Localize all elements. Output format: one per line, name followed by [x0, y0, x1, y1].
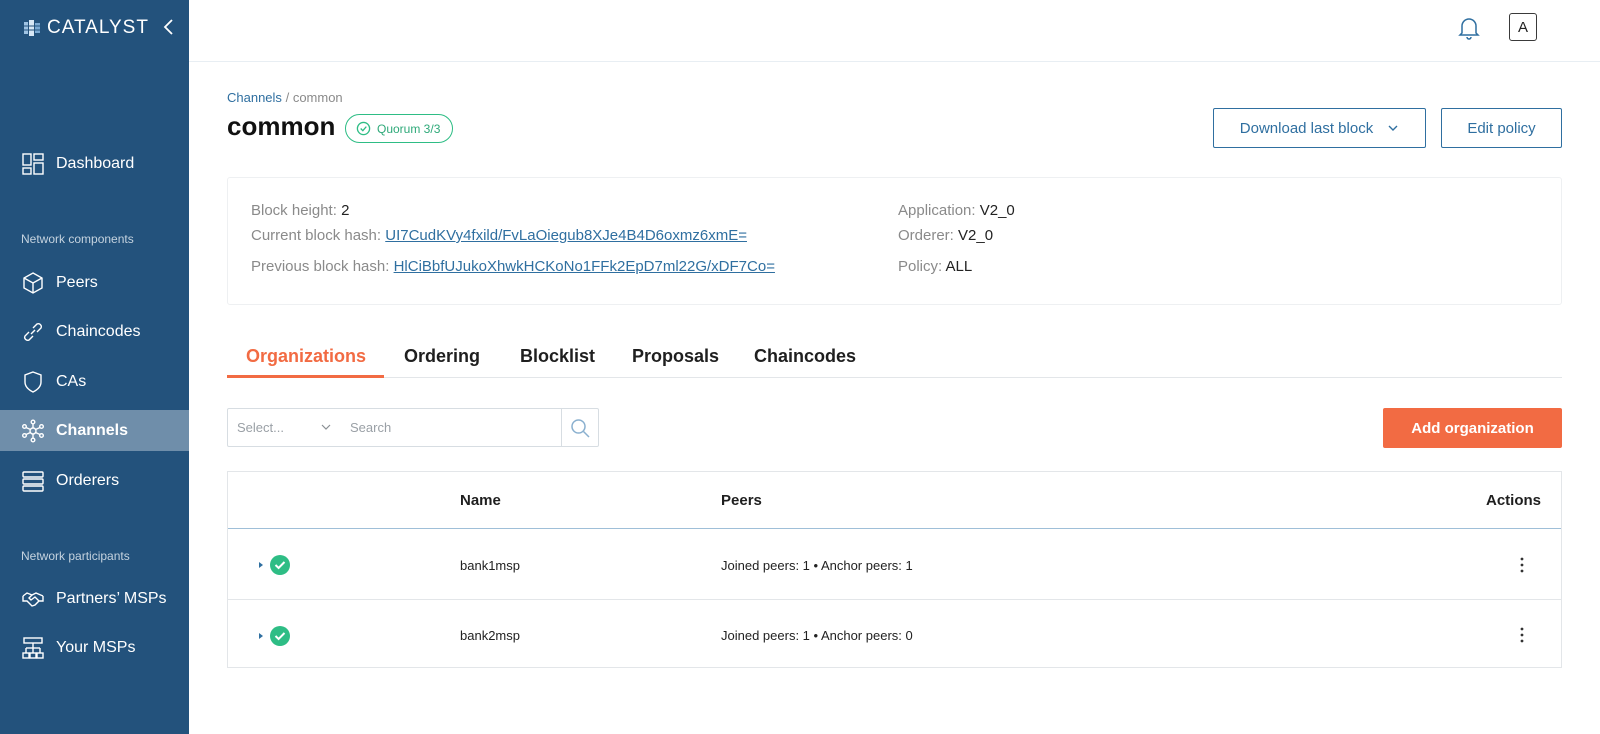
- link-icon: [21, 320, 45, 344]
- check-circle-icon: [356, 121, 371, 136]
- active-tab-indicator: [227, 375, 384, 378]
- previous-hash-link[interactable]: HlCiBbfUJukoXhwkHCKoNo1FFk2EpD7ml22G/xDF…: [394, 258, 775, 275]
- tab-blocklist[interactable]: Blocklist: [520, 346, 595, 367]
- tab-organizations[interactable]: Organizations: [246, 346, 366, 367]
- quorum-label: Quorum 3/3: [377, 121, 441, 136]
- sidebar-item-channels[interactable]: Channels: [0, 410, 189, 451]
- sidebar-item-peers[interactable]: Peers: [0, 262, 189, 303]
- search-icon: [571, 418, 590, 438]
- breadcrumb-separator: /: [285, 90, 290, 105]
- sidebar-item-label: Chaincodes: [56, 322, 141, 340]
- column-header-peers[interactable]: Peers: [721, 492, 762, 509]
- search-button[interactable]: [561, 408, 599, 447]
- sidebar-item-dashboard[interactable]: Dashboard: [0, 143, 189, 184]
- channel-tabs: Organizations Ordering Blocklist Proposa…: [227, 340, 1562, 378]
- sidebar-item-label: Partners’ MSPs: [56, 589, 167, 607]
- previous-block-hash: Previous block hash: HlCiBbfUJukoXhwkHCK…: [251, 258, 775, 275]
- org-peers: Joined peers: 1 • Anchor peers: 1: [721, 558, 913, 573]
- breadcrumb-link-channels[interactable]: Channels: [227, 90, 282, 105]
- search-input[interactable]: [340, 408, 562, 447]
- orderer-version: Orderer: V2_0: [898, 227, 994, 244]
- current-hash-link[interactable]: UI7CudKVy4fxild/FvLaOiegub8XJe4B4D6oxmz6…: [385, 227, 747, 244]
- table-header: Name Peers Actions: [228, 472, 1561, 529]
- dashboard-icon: [21, 152, 45, 176]
- sidebar-item-label: CAs: [56, 372, 87, 390]
- policy: Policy: ALL: [898, 258, 973, 275]
- edit-policy-button[interactable]: Edit policy: [1441, 108, 1562, 148]
- column-header-actions: Actions: [1486, 492, 1542, 509]
- more-vertical-icon[interactable]: [1517, 556, 1527, 574]
- section-network-components: Network components: [21, 232, 134, 246]
- shield-icon: [21, 370, 45, 394]
- filter-select-value: Select...: [237, 420, 284, 435]
- logo-text: CATALYST: [47, 17, 149, 38]
- sidebar-item-chaincodes[interactable]: Chaincodes: [0, 311, 189, 352]
- catalyst-logo-icon: [24, 20, 40, 36]
- tab-ordering[interactable]: Ordering: [404, 346, 480, 367]
- tab-proposals[interactable]: Proposals: [632, 346, 719, 367]
- org-peers: Joined peers: 1 • Anchor peers: 0: [721, 628, 913, 643]
- table-row[interactable]: bank2msp Joined peers: 1 • Anchor peers:…: [228, 599, 1561, 669]
- bell-icon[interactable]: [1457, 15, 1481, 41]
- page-title: common: [227, 111, 336, 141]
- sidebar-item-label: Dashboard: [56, 154, 135, 172]
- caret-right-icon[interactable]: [257, 560, 265, 570]
- more-vertical-icon[interactable]: [1517, 626, 1527, 644]
- caret-right-icon[interactable]: [257, 631, 265, 641]
- organizations-table: Name Peers Actions bank1msp Joined peers…: [227, 471, 1562, 668]
- sidebar-item-label: Orderers: [56, 471, 120, 489]
- column-header-name[interactable]: Name: [460, 492, 501, 509]
- hierarchy-icon: [21, 636, 45, 660]
- chevron-down-icon: [321, 424, 331, 430]
- chevron-left-icon[interactable]: [160, 17, 178, 37]
- tab-chaincodes[interactable]: Chaincodes: [754, 346, 856, 367]
- check-circle-filled-icon: [270, 626, 290, 646]
- app-logo[interactable]: CATALYST: [23, 17, 149, 39]
- chevron-down-icon: [1388, 125, 1398, 131]
- breadcrumb-current: common: [292, 90, 343, 105]
- breadcrumb: Channels / common: [227, 90, 343, 105]
- edit-policy-label: Edit policy: [1467, 119, 1536, 137]
- application-version: Application: V2_0: [898, 202, 1015, 219]
- sidebar-item-label: Channels: [56, 421, 129, 439]
- download-last-block-button[interactable]: Download last block: [1213, 108, 1426, 148]
- sidebar-item-partners-msps[interactable]: Partners’ MSPs: [0, 578, 189, 619]
- table-row[interactable]: bank1msp Joined peers: 1 • Anchor peers:…: [228, 530, 1561, 600]
- filter-select[interactable]: Select...: [227, 408, 341, 447]
- quorum-badge: Quorum 3/3: [345, 114, 454, 143]
- sidebar-item-label: Peers: [56, 273, 98, 291]
- org-name: bank1msp: [460, 558, 520, 573]
- check-circle-filled-icon: [270, 555, 290, 575]
- sidebar-item-your-msps[interactable]: Your MSPs: [0, 627, 189, 668]
- section-network-participants: Network participants: [21, 549, 130, 563]
- sidebar: CATALYST Dashboard Network components Pe…: [0, 0, 189, 734]
- sidebar-item-label: Your MSPs: [56, 638, 136, 656]
- server-icon: [21, 469, 45, 493]
- current-block-hash: Current block hash: UI7CudKVy4fxild/FvLa…: [251, 227, 747, 244]
- topbar: [189, 0, 1600, 62]
- sidebar-item-cas[interactable]: CAs: [0, 361, 189, 402]
- channel-info-card: Block height: 2 Current block hash: UI7C…: [227, 177, 1562, 305]
- user-avatar[interactable]: A: [1509, 13, 1537, 41]
- sidebar-item-orderers[interactable]: Orderers: [0, 460, 189, 501]
- handshake-icon: [21, 587, 45, 611]
- cube-icon: [21, 271, 45, 295]
- download-label: Download last block: [1239, 119, 1374, 137]
- block-height: Block height: 2: [251, 202, 350, 219]
- network-icon: [21, 419, 45, 443]
- add-organization-button[interactable]: Add organization: [1383, 408, 1562, 448]
- org-name: bank2msp: [460, 628, 520, 643]
